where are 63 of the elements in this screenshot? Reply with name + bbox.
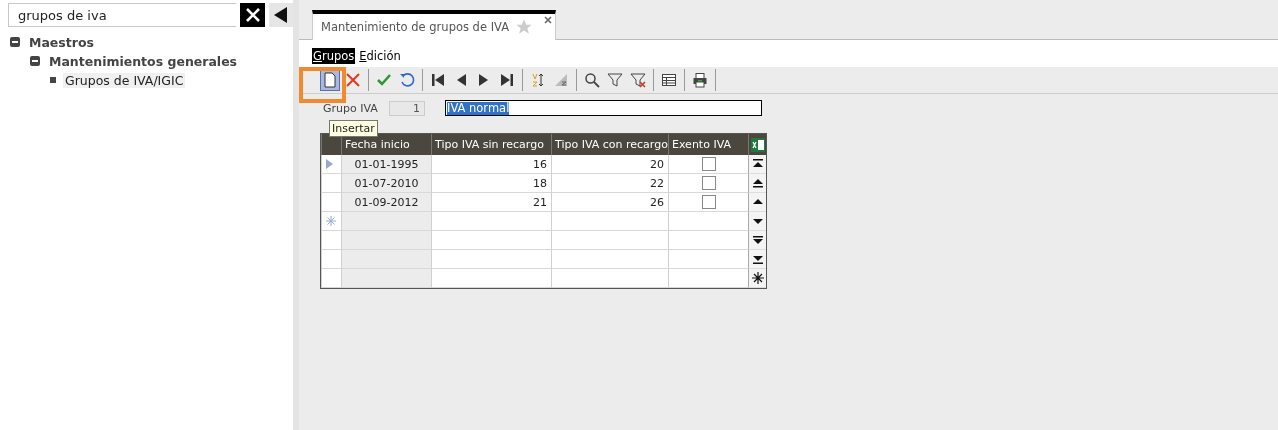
toolbar-button[interactable]	[320, 69, 340, 91]
table-cell: 18	[431, 174, 551, 193]
menu-item[interactable]: Grupos	[312, 48, 356, 64]
export-button[interactable]	[748, 134, 766, 155]
menu-item[interactable]: Edición	[358, 48, 402, 64]
table-cell: 01-09-2012	[341, 193, 431, 212]
sort-icon	[530, 72, 546, 88]
tree-item[interactable]: Mantenimientos generales	[47, 53, 240, 69]
asterisk-icon	[749, 270, 766, 286]
search-icon	[584, 72, 600, 88]
navigation-button[interactable]	[748, 193, 766, 212]
checkbox[interactable]	[701, 195, 716, 209]
document-tab[interactable]: Mantenimiento de grupos de IVA	[312, 10, 557, 40]
column-header[interactable]: Fecha inicio	[341, 134, 431, 155]
check-icon	[376, 72, 392, 88]
collapse-icon[interactable]	[10, 37, 20, 47]
filter-icon	[607, 72, 623, 88]
table-cell: 16	[431, 155, 551, 174]
tooltip: Insertar	[329, 120, 378, 137]
table-cell: 01-01-1995	[341, 155, 431, 174]
close-icon	[245, 8, 260, 22]
navigation-button[interactable]	[748, 155, 766, 174]
tab-title: Mantenimiento de grupos de IVA	[321, 20, 510, 34]
sort-clear-icon	[553, 72, 569, 88]
filter-remove-icon	[630, 72, 646, 88]
tree-item[interactable]: Maestros	[27, 34, 96, 50]
table-cell: 22	[551, 174, 668, 193]
bullet-icon	[50, 77, 56, 83]
table-cell: 01-07-2010	[341, 174, 431, 193]
new-row-icon	[326, 216, 336, 226]
column-header[interactable]: Exento IVA	[668, 134, 748, 155]
navigation-button[interactable]	[748, 174, 766, 193]
close-icon[interactable]	[544, 16, 553, 24]
clear-button[interactable]	[239, 3, 266, 27]
table-icon	[661, 72, 677, 88]
close-icon	[345, 72, 361, 88]
navigation-button[interactable]	[748, 212, 766, 231]
navigation-button[interactable]	[748, 269, 766, 288]
navigation-button[interactable]	[748, 231, 766, 250]
table-cell: 20	[551, 155, 668, 174]
undo-icon	[399, 72, 415, 88]
printer-icon	[692, 72, 708, 88]
current-row-icon	[326, 159, 333, 169]
navigation-button[interactable]	[748, 250, 766, 269]
collapse-panel-button[interactable]	[269, 3, 293, 27]
last-icon	[499, 72, 515, 88]
star-icon[interactable]	[515, 18, 534, 36]
highlight-frame	[299, 67, 346, 103]
checkbox[interactable]	[701, 157, 716, 171]
field-label: Grupo IVA	[323, 101, 379, 115]
code-field[interactable]: 1	[389, 100, 425, 116]
table-cell: 26	[551, 193, 668, 212]
page-icon	[322, 72, 338, 88]
search-field[interactable]: grupos de iva	[8, 3, 236, 27]
first-icon	[430, 72, 446, 88]
table-cell: 21	[431, 193, 551, 212]
name-field[interactable]: IVA normal	[445, 100, 762, 116]
collapse-icon[interactable]	[30, 56, 40, 66]
left-arrow-icon	[274, 7, 289, 23]
column-header[interactable]: Tipo IVA con recargo	[551, 134, 668, 155]
tree-item[interactable]: Grupos de IVA/IGIC	[63, 72, 186, 88]
column-header[interactable]: Tipo IVA sin recargo	[431, 134, 551, 155]
checkbox[interactable]	[701, 176, 716, 190]
